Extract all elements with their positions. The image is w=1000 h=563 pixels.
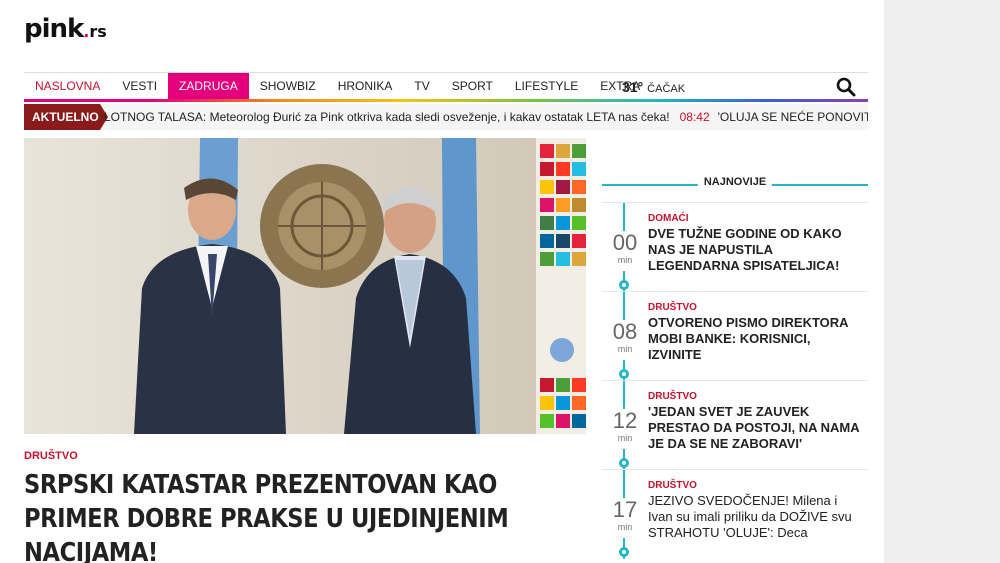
nav-color-bar: [24, 99, 868, 102]
timeline-dot: [619, 369, 629, 379]
main-nav: NASLOVNA VESTI ZADRUGA SHOWBIZ HRONIKA TV SPOR…: [24, 72, 868, 102]
news-title[interactable]: 'JEDAN SVET JE ZAUVEK PRESTAO DA POSTOJI…: [648, 404, 860, 452]
ticker-items: LOTNOG TALASA: Meteorolog Đurić za Pink …: [104, 104, 868, 130]
page: pink.rs NASLOVNA VESTI ZADRUGA SHOWBIZ HRONI…: [0, 0, 884, 563]
article-headline[interactable]: SRPSKI KATASTAR PREZENTOVAN KAO PRIMER D…: [24, 468, 555, 563]
news-category[interactable]: DRUŠTVO: [648, 391, 697, 402]
minutes-ago: 08: [612, 319, 638, 344]
sidebar-header: NAJNOVIJE: [602, 172, 868, 198]
minutes-ago: 12: [612, 408, 638, 433]
hero-photo-illustration: [24, 138, 586, 434]
minutes-label: min: [617, 344, 633, 354]
nav-item-zadruga[interactable]: ZADRUGA: [168, 73, 249, 100]
ticker-time: 08:42: [679, 110, 710, 124]
time-column: 08 min: [602, 292, 647, 381]
weather-city: ČAČAK: [647, 83, 686, 95]
minutes-box: 00 min: [604, 231, 646, 271]
article-category[interactable]: DRUŠTVO: [24, 450, 78, 462]
timeline-dot: [619, 547, 629, 557]
hero-image[interactable]: [24, 138, 586, 434]
news-list: 00 min DOMAĆI DVE TUŽNE GODINE OD KAKO NAS …: [602, 202, 868, 559]
timeline-dot: [619, 458, 629, 468]
search-icon[interactable]: [836, 77, 856, 97]
list-item[interactable]: 17 min DRUŠTVO JEZIVO SVEDOČENJE! Milena i …: [602, 469, 868, 559]
nav-item-sport[interactable]: SPORT: [441, 73, 504, 100]
news-category[interactable]: DRUŠTVO: [648, 480, 697, 491]
list-item[interactable]: 00 min DOMAĆI DVE TUŽNE GODINE OD KAKO NAS …: [602, 202, 868, 292]
time-column: 12 min: [602, 381, 647, 470]
nav-item-tv[interactable]: TV: [403, 73, 440, 100]
ticker-item[interactable]: LOTNOG TALASA: Meteorolog Đurić za Pink …: [104, 110, 670, 124]
minutes-ago: 00: [612, 230, 638, 255]
latest-news-sidebar: NAJNOVIJE 00 min DOMAĆI DVE TUŽNE GODINE OD…: [602, 172, 868, 563]
news-category[interactable]: DOMAĆI: [648, 213, 689, 224]
minutes-label: min: [617, 433, 633, 443]
time-column: 00 min: [602, 203, 647, 292]
nav-item-naslovna[interactable]: NASLOVNA: [24, 73, 111, 100]
news-title[interactable]: OTVORENO PISMO DIREKTORA MOBI BANKE: KOR…: [648, 315, 860, 363]
list-item[interactable]: 08 min DRUŠTVO OTVORENO PISMO DIREKTORA MOB…: [602, 291, 868, 381]
news-title[interactable]: DVE TUŽNE GODINE OD KAKO NAS JE NAPUSTIL…: [648, 226, 860, 274]
site-logo[interactable]: pink.rs: [24, 14, 107, 44]
weather-widget[interactable]: 31° ČAČAK: [622, 79, 685, 95]
nav-list: NASLOVNA VESTI ZADRUGA SHOWBIZ HRONIKA TV SPOR…: [24, 73, 868, 100]
nav-item-showbiz[interactable]: SHOWBIZ: [249, 73, 327, 100]
minutes-box: 12 min: [604, 409, 646, 449]
time-column: 17 min: [602, 470, 647, 559]
minutes-label: min: [617, 255, 633, 265]
breaking-ticker: AKTUELNO LOTNOG TALASA: Meteorolog Đurić…: [24, 104, 868, 130]
minutes-box: 17 min: [604, 498, 646, 538]
sidebar-title: NAJNOVIJE: [697, 176, 773, 188]
weather-temp: 31°: [622, 79, 644, 95]
ticker-label: AKTUELNO: [24, 104, 108, 130]
news-category[interactable]: DRUŠTVO: [648, 302, 697, 313]
nav-item-lifestyle[interactable]: LIFESTYLE: [504, 73, 589, 100]
news-title[interactable]: JEZIVO SVEDOČENJE! Milena i Ivan su imal…: [648, 493, 860, 541]
minutes-label: min: [617, 522, 633, 532]
nav-item-hronika[interactable]: HRONIKA: [327, 73, 404, 100]
minutes-ago: 17: [612, 497, 638, 522]
nav-item-vesti[interactable]: VESTI: [111, 73, 168, 100]
minutes-box: 08 min: [604, 320, 646, 360]
ticker-item[interactable]: 'OLUJA SE NEĆE PONOVITI' Selaković: Srbi…: [718, 110, 868, 124]
timeline-dot: [619, 280, 629, 290]
list-item[interactable]: 12 min DRUŠTVO 'JEDAN SVET JE ZAUVEK PRESTA…: [602, 380, 868, 470]
